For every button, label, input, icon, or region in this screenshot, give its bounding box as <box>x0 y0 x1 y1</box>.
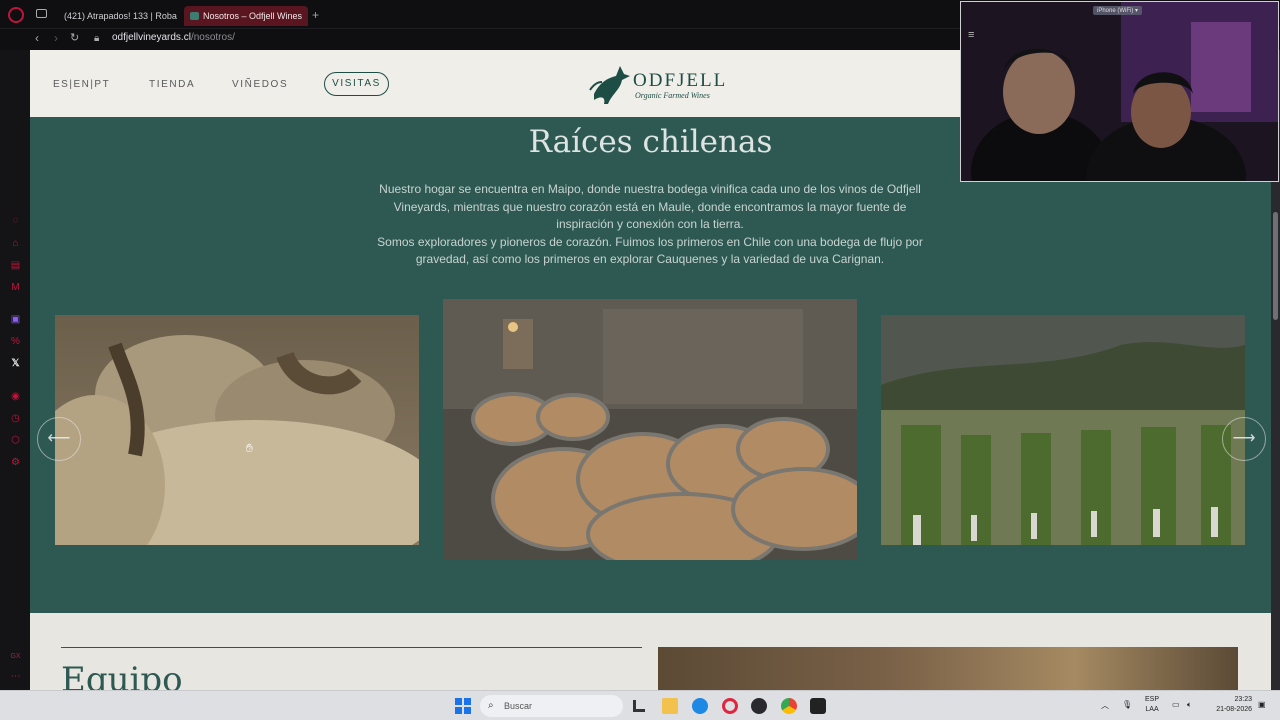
windows-start-icon[interactable] <box>455 698 471 714</box>
tab-odfjell[interactable]: Nosotros – Odfjell Wines <box>184 6 308 26</box>
team-photo <box>658 647 1238 690</box>
network-icon[interactable]: ▭ <box>1172 700 1180 709</box>
arrow-right-icon: ⟶ <box>1232 430 1256 447</box>
twitch-icon[interactable]: ▣ <box>9 313 22 326</box>
photo-horses <box>55 315 419 545</box>
clock-time: 23:23 <box>1234 696 1252 703</box>
team-section: Equipo <box>30 613 1271 690</box>
hero-description: Nuestro hogar se encuentra en Maipo, don… <box>375 181 925 269</box>
file-explorer-icon[interactable] <box>662 698 678 714</box>
url-path: /nosotros/ <box>190 32 235 43</box>
scrollbar-thumb[interactable] <box>1273 212 1278 320</box>
photo-vineyard <box>881 315 1245 545</box>
forward-icon[interactable]: › <box>54 31 58 45</box>
aria-icon[interactable]: ◌ <box>9 214 22 227</box>
back-icon[interactable]: ‹ <box>35 31 39 45</box>
nav-vinedos[interactable]: VIÑEDOS <box>232 79 288 90</box>
carousel-next-button[interactable]: ⟶ <box>1222 417 1266 461</box>
language-switcher[interactable]: ES|EN|PT <box>53 79 110 90</box>
hero-paragraph-1: Nuestro hogar se encuentra en Maipo, don… <box>379 182 921 231</box>
photo-barrels <box>443 299 857 560</box>
discord-icon[interactable]: % <box>9 335 22 348</box>
x-twitter-icon[interactable]: 𝕏 <box>9 357 22 370</box>
video-icon[interactable]: ◉ <box>9 390 22 403</box>
messenger-icon[interactable]: M <box>9 281 22 294</box>
more-icon[interactable]: ⋯ <box>9 670 22 683</box>
opera-menu-icon[interactable] <box>8 7 24 23</box>
tab-label: (421) Atrapados! 133 | Roba <box>64 11 177 21</box>
system-clock[interactable]: 23:23 21-08-2026 <box>1208 695 1252 715</box>
browser-sidebar: ◌ ⌂ ▤ M ▣ % 𝕏 ◉ ◷ ⬡ ⚙ GX ⋯ <box>0 50 30 690</box>
search-icon: ⌕ <box>488 700 494 711</box>
odfjell-icon <box>190 12 199 20</box>
extensions-icon[interactable]: ⬡ <box>9 434 22 447</box>
edge-icon[interactable] <box>692 698 708 714</box>
opera-gx-icon[interactable] <box>751 698 767 714</box>
hero-paragraph-2: Somos exploradores y pioneros de corazón… <box>377 234 923 267</box>
team-heading: Equipo <box>61 660 183 690</box>
lock-icon: 🔒︎ <box>94 33 100 44</box>
history-icon[interactable]: ◷ <box>9 412 22 425</box>
webcam-feed <box>961 2 1278 181</box>
obs-icon[interactable] <box>810 698 826 714</box>
logo-wordmark: ODFJELL <box>633 70 728 91</box>
new-tab-icon[interactable]: + <box>312 8 319 22</box>
section-divider <box>61 647 642 648</box>
task-view-icon[interactable] <box>633 700 645 712</box>
windows-taskbar: ⌕ Buscar ︿ 🎙︎ ESP LAA ▭ 🔈︎ 23:23 21-08-2… <box>0 690 1280 720</box>
tray-chevron-icon[interactable]: ︿ <box>1101 700 1109 711</box>
nav-tienda[interactable]: TIENDA <box>149 79 195 90</box>
player-icon[interactable]: ▤ <box>9 259 22 272</box>
reload-icon[interactable]: ↻ <box>70 31 79 44</box>
horse-icon <box>589 66 630 104</box>
gx-icon[interactable]: GX <box>9 650 22 663</box>
hamburger-menu-icon[interactable]: ≡ <box>968 29 974 41</box>
url-host: odfjellvineyards.cl <box>112 32 191 43</box>
opera-icon[interactable] <box>722 698 738 714</box>
tab-workspace-icon[interactable] <box>36 9 47 18</box>
webcam-device-select[interactable]: iPhone (WiFi) ▾ <box>1093 6 1143 15</box>
microphone-icon[interactable]: 🎙︎ <box>1122 700 1132 709</box>
hero-section: Raíces chilenas Nuestro hogar se encuent… <box>30 117 1271 613</box>
lang-line-2: LAA <box>1145 706 1159 713</box>
volume-icon[interactable]: 🔈︎ <box>1187 700 1192 710</box>
settings-icon[interactable]: ⚙ <box>9 456 22 469</box>
chrome-icon[interactable] <box>781 698 797 714</box>
odfjell-logo[interactable]: ODFJELL Organic Farmed Wines <box>586 60 725 106</box>
arrow-left-icon: ⟵ <box>47 430 71 447</box>
notifications-icon[interactable]: ▣ <box>1258 700 1266 709</box>
url-field[interactable]: odfjellvineyards.cl/nosotros/ <box>112 32 235 43</box>
tab-label: Nosotros – Odfjell Wines <box>202 11 302 21</box>
search-placeholder: Buscar <box>504 701 533 711</box>
lang-line-1: ESP <box>1145 696 1160 703</box>
hand-cursor-icon: ✋︎ <box>246 441 253 455</box>
clock-date: 21-08-2026 <box>1216 706 1252 713</box>
input-language[interactable]: ESP LAA <box>1145 695 1159 715</box>
logo-tagline: Organic Farmed Wines <box>635 91 710 100</box>
crypto-wallet-icon[interactable]: ⌂ <box>9 237 22 250</box>
webcam-overlay: iPhone (WiFi) ▾ ≡ <box>960 1 1279 182</box>
visitas-button[interactable]: VISITAS <box>324 72 389 96</box>
tab-youtube[interactable]: (421) Atrapados! 133 | Roba <box>54 6 179 26</box>
carousel-prev-button[interactable]: ⟵ <box>37 417 81 461</box>
taskbar-search[interactable]: ⌕ Buscar <box>480 695 623 717</box>
